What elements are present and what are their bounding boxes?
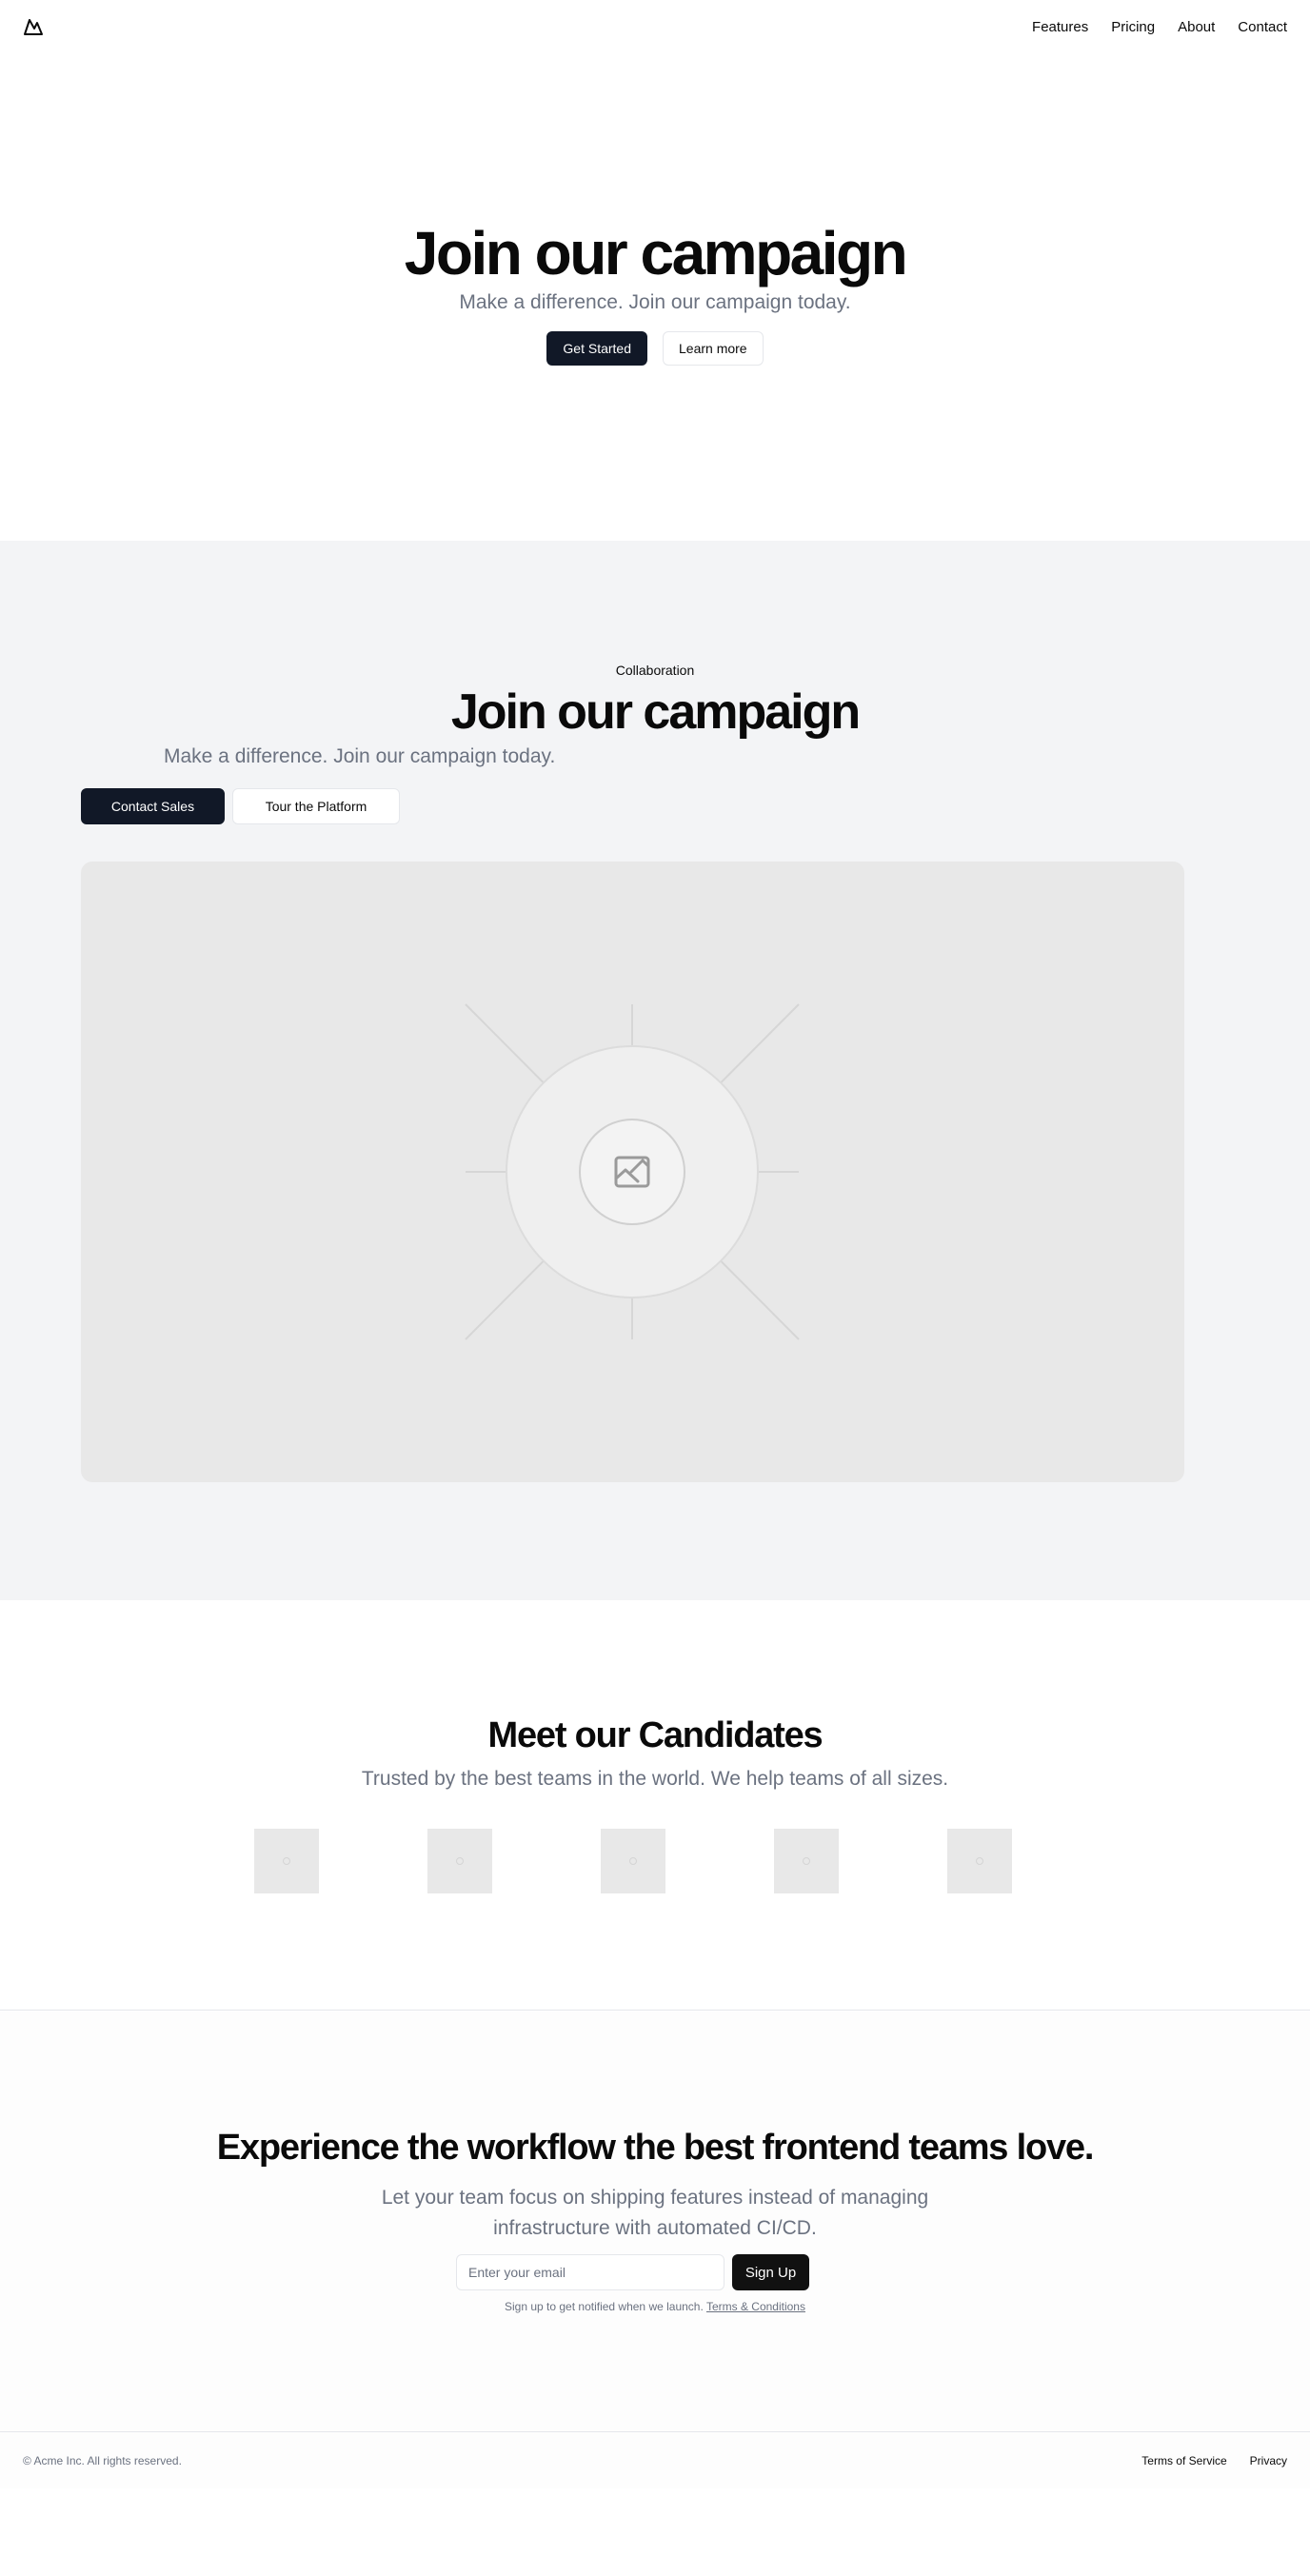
section-title: Join our campaign bbox=[450, 684, 861, 740]
email-input[interactable] bbox=[456, 2254, 724, 2290]
image-placeholder bbox=[81, 862, 1184, 1482]
candidates-subtitle: Trusted by the best teams in the world. … bbox=[361, 1768, 949, 1790]
candidates-section: Meet our Candidates Trusted by the best … bbox=[0, 1600, 1310, 2011]
get-started-button[interactable]: Get Started bbox=[546, 331, 647, 366]
image-placeholder-icon bbox=[465, 1003, 800, 1340]
sign-up-button[interactable]: Sign Up bbox=[732, 2254, 809, 2290]
contact-sales-button[interactable]: Contact Sales bbox=[81, 788, 225, 824]
site-footer: © Acme Inc. All rights reserved. Terms o… bbox=[0, 2431, 1310, 2488]
section-eyebrow: Collaboration bbox=[615, 663, 695, 678]
tour-platform-button[interactable]: Tour the Platform bbox=[232, 788, 400, 824]
copyright: © Acme Inc. All rights reserved. bbox=[23, 2453, 182, 2467]
candidates-title: Meet our Candidates bbox=[487, 1715, 824, 1755]
footer-links: Terms of Service Privacy bbox=[1141, 2454, 1287, 2467]
signup-note-text: Sign up to get notified when we launch. bbox=[505, 2300, 704, 2313]
collaboration-section: Collaboration Join our campaign Make a d… bbox=[0, 541, 1310, 1600]
learn-more-button[interactable]: Learn more bbox=[663, 331, 764, 366]
main-nav: Features Pricing About Contact bbox=[1032, 19, 1287, 35]
candidate-logo bbox=[947, 1829, 1012, 1893]
cta-title: Experience the workflow the best fronten… bbox=[216, 2128, 1095, 2168]
terms-link[interactable]: Terms & Conditions bbox=[706, 2300, 805, 2313]
privacy-link[interactable]: Privacy bbox=[1250, 2454, 1287, 2467]
terms-of-service-link[interactable]: Terms of Service bbox=[1141, 2454, 1226, 2467]
cta-section: Experience the workflow the best fronten… bbox=[0, 2011, 1310, 2431]
cta-subtitle: Let your team focus on shipping features… bbox=[381, 2187, 929, 2239]
section-actions: Contact Sales Tour the Platform bbox=[81, 788, 400, 824]
signup-note: Sign up to get notified when we launch. … bbox=[0, 2300, 1310, 2313]
hero-subtitle: Make a difference. Join our campaign tod… bbox=[459, 291, 851, 313]
mountain-logo-icon[interactable] bbox=[23, 17, 44, 36]
nav-features[interactable]: Features bbox=[1032, 19, 1088, 35]
candidate-logos bbox=[254, 1829, 1012, 1893]
candidate-logo bbox=[774, 1829, 839, 1893]
hero-title: Join our campaign bbox=[404, 219, 908, 287]
nav-contact[interactable]: Contact bbox=[1238, 19, 1287, 35]
nav-pricing[interactable]: Pricing bbox=[1111, 19, 1155, 35]
section-subtitle: Make a difference. Join our campaign tod… bbox=[164, 745, 556, 767]
hero-section: Join our campaign Make a difference. Joi… bbox=[0, 53, 1310, 541]
site-header: Features Pricing About Contact bbox=[0, 0, 1310, 53]
candidate-logo bbox=[254, 1829, 319, 1893]
nav-about[interactable]: About bbox=[1178, 19, 1215, 35]
hero-actions: Get Started Learn more bbox=[0, 331, 1310, 366]
candidate-logo bbox=[601, 1829, 665, 1893]
candidate-logo bbox=[427, 1829, 492, 1893]
signup-form: Sign Up bbox=[456, 2254, 809, 2290]
